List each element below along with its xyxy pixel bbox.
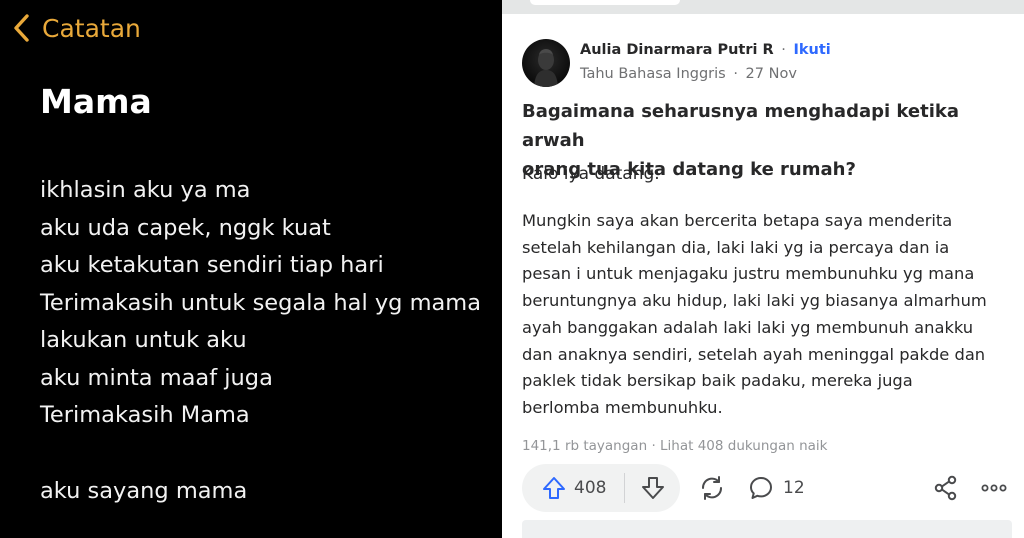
answer-line: dan anaknya sendiri, setelah ayah mening… xyxy=(522,344,986,364)
note-line: aku uda capek, nggk kuat xyxy=(40,214,331,241)
note-line: lakukan untuk aku xyxy=(40,327,247,353)
separator-dot: · xyxy=(733,66,738,82)
question-line: Bagaimana seharusnya menghadapi ketika a… xyxy=(522,101,960,151)
comment-icon xyxy=(750,477,772,499)
author-line: Aulia Dinarmara Putri R · Ikuti xyxy=(580,42,831,58)
repost-icon xyxy=(701,476,723,500)
action-bar: 408 12 xyxy=(522,464,1012,514)
author-avatar[interactable] xyxy=(522,39,570,87)
arrow-down-icon xyxy=(641,477,664,499)
comment-count: 12 xyxy=(783,478,805,498)
share-button[interactable] xyxy=(932,474,960,502)
note-line: aku ketakutan sendiri tiap hari xyxy=(40,252,384,278)
top-divider xyxy=(502,0,1024,14)
answer-line: setelah kehilangan dia, laki laki yg ia … xyxy=(522,237,950,257)
more-button[interactable] xyxy=(980,474,1008,502)
separator-dot: · xyxy=(781,42,786,58)
note-line: Terimakasih untuk segala hal yg mama xyxy=(40,289,482,316)
upvote-count: 408 xyxy=(574,478,607,498)
vote-pill: 408 xyxy=(522,464,680,512)
note-line: ikhlasin aku ya ma xyxy=(40,177,251,203)
post-date[interactable]: 27 Nov xyxy=(746,66,797,82)
share-icon xyxy=(934,475,957,501)
answer-line: paklek tidak bersikap baik padaku, merek… xyxy=(522,371,913,391)
comment-button[interactable]: 12 xyxy=(747,474,805,502)
follow-button[interactable]: Ikuti xyxy=(794,42,831,58)
author-credential: Tahu Bahasa Inggris xyxy=(580,66,726,82)
note-line: Terimakasih Mama xyxy=(40,402,250,428)
note-title: Mama xyxy=(40,82,152,121)
upvote-button[interactable]: 408 xyxy=(522,464,624,512)
note-line: aku minta maaf juga xyxy=(40,364,273,391)
author-name[interactable]: Aulia Dinarmara Putri R xyxy=(580,42,774,58)
answer-line: berlomba membunuhku. xyxy=(522,397,723,417)
note-line: aku sayang mama xyxy=(40,477,248,504)
note-body[interactable]: ikhlasin aku ya ma aku uda capek, nggk k… xyxy=(40,172,500,510)
view-count: 141,1 rb tayangan xyxy=(522,438,648,454)
downvote-button[interactable] xyxy=(625,464,680,512)
author-meta: Tahu Bahasa Inggris · 27 Nov xyxy=(580,66,797,82)
answer-body: Mungkin saya akan bercerita betapa saya … xyxy=(522,208,1012,422)
more-icon xyxy=(981,484,1007,492)
arrow-up-icon xyxy=(543,477,565,499)
repost-button[interactable] xyxy=(698,474,726,502)
previous-card-edge xyxy=(530,0,680,5)
answer-line: ayah banggakan adalah laki laki yg membu… xyxy=(522,317,974,337)
upvoters-link[interactable]: Lihat 408 dukungan naik xyxy=(660,438,827,454)
question-detail: Kalo iya datang. xyxy=(522,164,660,184)
separator-dot: · xyxy=(651,438,656,454)
answer-line: pesan i untuk menjagaku justru membunuhk… xyxy=(522,264,975,284)
back-button[interactable]: Catatan xyxy=(12,12,141,44)
notes-panel: Catatan Mama ikhlasin aku ya ma aku uda … xyxy=(0,0,502,538)
answer-line: beruntungnya aku hidup, laki laki yg bia… xyxy=(522,291,987,311)
post-card: Aulia Dinarmara Putri R · Ikuti Tahu Bah… xyxy=(502,0,1024,538)
comment-area-edge xyxy=(522,520,1012,538)
avatar-image xyxy=(534,49,558,87)
answer-line: Mungkin saya akan bercerita betapa saya … xyxy=(522,211,953,230)
post-stats: 141,1 rb tayangan · Lihat 408 dukungan n… xyxy=(522,438,828,454)
back-label: Catatan xyxy=(42,13,141,43)
chevron-left-icon xyxy=(14,14,29,42)
